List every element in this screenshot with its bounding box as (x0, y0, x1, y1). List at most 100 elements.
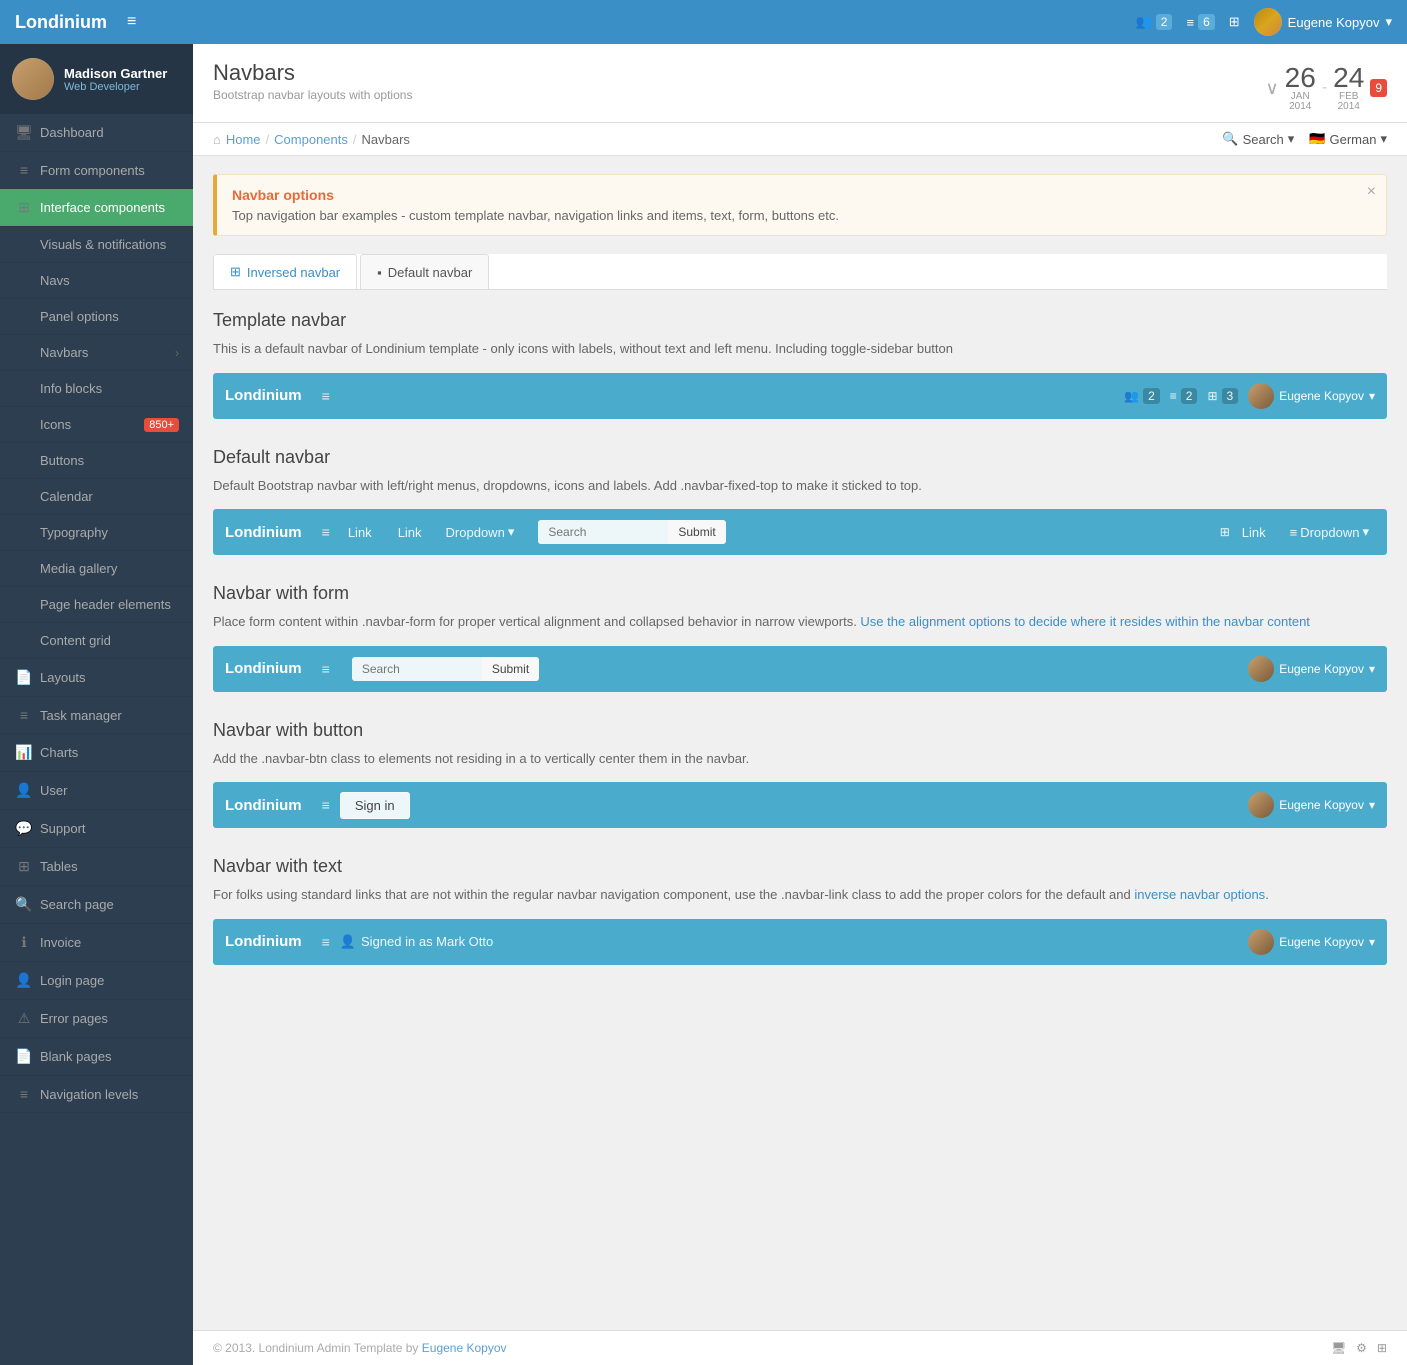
demo-dropdown-caret: ▾ (508, 524, 515, 540)
sidebar-item-panel-options[interactable]: Panel options (0, 299, 193, 335)
sidebar-item-error-pages[interactable]: ⚠ Error pages (0, 1000, 193, 1038)
tabs: ⊞ Inversed navbar ▪ Default navbar (213, 254, 1387, 290)
demo-link-2[interactable]: Link (390, 525, 430, 540)
layouts-icon: 📄 (14, 669, 34, 686)
demo-navbar-template: Londinium ≡ 👥 2 ≡ 2 ⊞ 3 (213, 373, 1387, 419)
interface-components-icon: ⊞ (14, 199, 34, 216)
sidebar-item-search-page[interactable]: 🔍 Search page (0, 886, 193, 924)
navbars-chevron: › (175, 346, 179, 360)
section-navbar-form: Navbar with form Place form content with… (213, 583, 1387, 692)
demo-toggle-template[interactable]: ≡ (322, 388, 330, 404)
form-desc-link[interactable]: Use the alignment options to decide wher… (860, 614, 1309, 629)
sidebar-item-typography[interactable]: Typography (0, 515, 193, 551)
demo-search-input[interactable] (538, 520, 668, 544)
profile-avatar (12, 58, 54, 100)
sidebar-item-blank-pages[interactable]: 📄 Blank pages (0, 1038, 193, 1076)
menu-toggle-icon[interactable]: ≡ (127, 13, 136, 31)
sidebar-item-page-header-elements[interactable]: Page header elements (0, 587, 193, 623)
text-desc-link[interactable]: inverse navbar options (1134, 887, 1265, 902)
demo-submit-button[interactable]: Submit (668, 520, 725, 544)
header-avatar (1254, 8, 1282, 36)
alert-close-button[interactable]: × (1367, 183, 1376, 201)
section-default-title: Default navbar (213, 447, 1387, 468)
sidebar-item-charts[interactable]: 📊 Charts (0, 734, 193, 772)
sidebar-item-layouts[interactable]: 📄 Layouts (0, 659, 193, 697)
footer-settings-icon[interactable]: ⚙ (1356, 1341, 1367, 1355)
sidebar-item-user[interactable]: 👤 User (0, 772, 193, 810)
demo-brand-form: Londinium (225, 660, 302, 677)
footer-grid-icon[interactable]: ⊞ (1377, 1341, 1387, 1355)
sidebar-item-calendar[interactable]: Calendar (0, 479, 193, 515)
top-header: Londinium ≡ 👥 2 ≡ 6 ⊞ Eugene Kopyov ▾ (0, 0, 1407, 44)
demo-form-submit-button[interactable]: Submit (482, 657, 539, 681)
sidebar-item-navigation-levels[interactable]: ≡ Navigation levels (0, 1076, 193, 1113)
sidebar-label-info-blocks: Info blocks (40, 381, 179, 396)
demo-toggle-default[interactable]: ≡ (322, 524, 330, 540)
sidebar-item-icons[interactable]: Icons 850+ (0, 407, 193, 443)
demo-user-button[interactable]: Eugene Kopyov ▾ (1248, 792, 1375, 818)
sidebar-item-invoice[interactable]: ℹ Invoice (0, 924, 193, 962)
sidebar-label-login-page: Login page (40, 973, 179, 988)
dashboard-icon: 🖥 (14, 124, 34, 141)
demo-user-text[interactable]: Eugene Kopyov ▾ (1248, 929, 1375, 955)
header-grid-icon[interactable]: ⊞ (1229, 14, 1240, 30)
sidebar-item-navbars[interactable]: Navbars › (0, 335, 193, 371)
home-icon: ⌂ (213, 132, 221, 147)
date-start: 26 JAN 2014 (1285, 64, 1316, 112)
demo-toggle-form[interactable]: ≡ (322, 661, 330, 677)
alert-text: Top navigation bar examples - custom tem… (232, 208, 1371, 223)
sidebar-label-user: User (40, 783, 179, 798)
section-template-title: Template navbar (213, 310, 1387, 331)
demo-tasks-icon: ≡ (1170, 389, 1177, 403)
sidebar-item-form-components[interactable]: ≡ Form components (0, 152, 193, 189)
date-end: 24 FEB 2014 (1333, 64, 1364, 112)
section-button-desc: Add the .navbar-btn class to elements no… (213, 749, 1387, 769)
demo-user-form[interactable]: Eugene Kopyov ▾ (1248, 656, 1375, 682)
demo-link-1[interactable]: Link (340, 525, 380, 540)
brand-logo[interactable]: Londinium (15, 12, 107, 33)
header-badge-tasks[interactable]: ≡ 6 (1186, 14, 1214, 30)
demo-dropdown-left[interactable]: Dropdown ▾ (440, 524, 521, 540)
demo-signin-button[interactable]: Sign in (340, 792, 410, 819)
tasks-count: 6 (1198, 14, 1215, 30)
error-pages-icon: ⚠ (14, 1010, 34, 1027)
breadcrumb-search-button[interactable]: 🔍 Search ▾ (1222, 131, 1294, 147)
footer-author-link[interactable]: Eugene Kopyov (422, 1341, 507, 1355)
sidebar-item-visuals[interactable]: Visuals & notifications (0, 227, 193, 263)
tab-default-navbar[interactable]: ▪ Default navbar (360, 254, 489, 289)
form-components-icon: ≡ (14, 162, 34, 178)
demo-search-form: Submit (538, 520, 725, 544)
sidebar-item-support[interactable]: 💬 Support (0, 810, 193, 848)
sidebar-item-task-manager[interactable]: ≡ Task manager (0, 697, 193, 734)
breadcrumb-language-button[interactable]: 🇩🇪 German ▾ (1309, 131, 1387, 147)
sidebar-item-navs[interactable]: Navs (0, 263, 193, 299)
sidebar-item-content-grid[interactable]: Content grid (0, 623, 193, 659)
demo-right-link[interactable]: Link (1234, 525, 1274, 540)
tables-icon: ⊞ (14, 858, 34, 875)
header-badge-users[interactable]: 👥 2 (1136, 14, 1173, 30)
demo-user-template[interactable]: Eugene Kopyov ▾ (1248, 383, 1375, 409)
icons-badge: 850+ (144, 418, 179, 432)
tab-inversed-navbar[interactable]: ⊞ Inversed navbar (213, 254, 357, 289)
breadcrumb-sep1: / (266, 132, 270, 147)
header-user[interactable]: Eugene Kopyov ▾ (1254, 8, 1392, 36)
sidebar-item-info-blocks[interactable]: Info blocks (0, 371, 193, 407)
main-content: ∨ 26 JAN 2014 - 24 FEB 2014 9 Navbars Bo… (193, 44, 1407, 1365)
demo-form-search-input[interactable] (352, 657, 482, 681)
task-manager-icon: ≡ (14, 707, 34, 723)
sidebar-item-interface-components[interactable]: ⊞ Interface components (0, 189, 193, 227)
demo-toggle-text[interactable]: ≡ (322, 934, 330, 950)
sidebar-item-buttons[interactable]: Buttons (0, 443, 193, 479)
demo-dropdown-right[interactable]: ≡ Dropdown ▾ (1284, 524, 1375, 540)
demo-brand-template: Londinium (225, 387, 302, 404)
content-area: Navbar options Top navigation bar exampl… (193, 156, 1407, 1330)
breadcrumb-home[interactable]: Home (226, 132, 261, 147)
sidebar-item-dashboard[interactable]: 🖥 Dashboard (0, 114, 193, 152)
sidebar-label-task-manager: Task manager (40, 708, 179, 723)
demo-toggle-button[interactable]: ≡ (322, 797, 330, 813)
sidebar-item-media-gallery[interactable]: Media gallery (0, 551, 193, 587)
sidebar-label-interface-components: Interface components (40, 200, 179, 215)
sidebar-item-login-page[interactable]: 👤 Login page (0, 962, 193, 1000)
sidebar-item-tables[interactable]: ⊞ Tables (0, 848, 193, 886)
breadcrumb-components[interactable]: Components (274, 132, 348, 147)
